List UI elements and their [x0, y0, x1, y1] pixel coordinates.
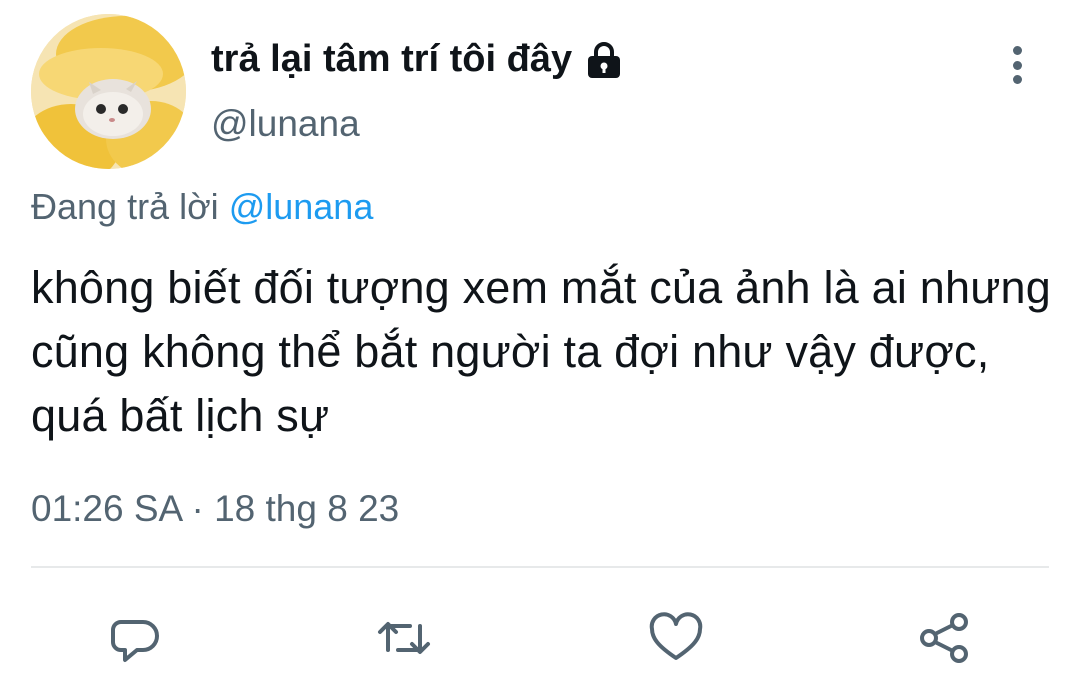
display-name[interactable]: trả lại tâm trí tôi đây: [211, 38, 572, 81]
replying-to-prefix: Đang trả lời: [31, 186, 229, 227]
cat-avatar-icon: [31, 14, 186, 169]
retweet-button[interactable]: [374, 608, 434, 668]
like-button[interactable]: [646, 608, 706, 668]
user-handle[interactable]: @lunana: [211, 103, 360, 145]
reply-mention-link[interactable]: @lunana: [229, 186, 374, 227]
reply-icon: [111, 620, 159, 662]
reply-button[interactable]: [105, 608, 165, 668]
share-icon: [920, 613, 968, 663]
lock-icon: [584, 40, 624, 80]
more-dot: [1012, 46, 1022, 55]
avatar[interactable]: [31, 14, 186, 169]
heart-icon: [649, 612, 703, 660]
divider: [31, 566, 1049, 568]
more-dot: [1012, 75, 1022, 84]
tweet-timestamp[interactable]: 01:26 SA · 18 thg 8 23: [31, 488, 399, 530]
tweet-text: không biết đối tượng xem mắt của ảnh là …: [31, 262, 1051, 441]
display-name-row[interactable]: trả lại tâm trí tôi đây: [211, 38, 624, 81]
more-options-icon[interactable]: [1000, 40, 1034, 90]
replying-to: Đang trả lời @lunana: [31, 186, 373, 228]
retweet-icon: [378, 622, 430, 654]
more-dot: [1012, 60, 1022, 70]
share-button[interactable]: [915, 608, 975, 668]
